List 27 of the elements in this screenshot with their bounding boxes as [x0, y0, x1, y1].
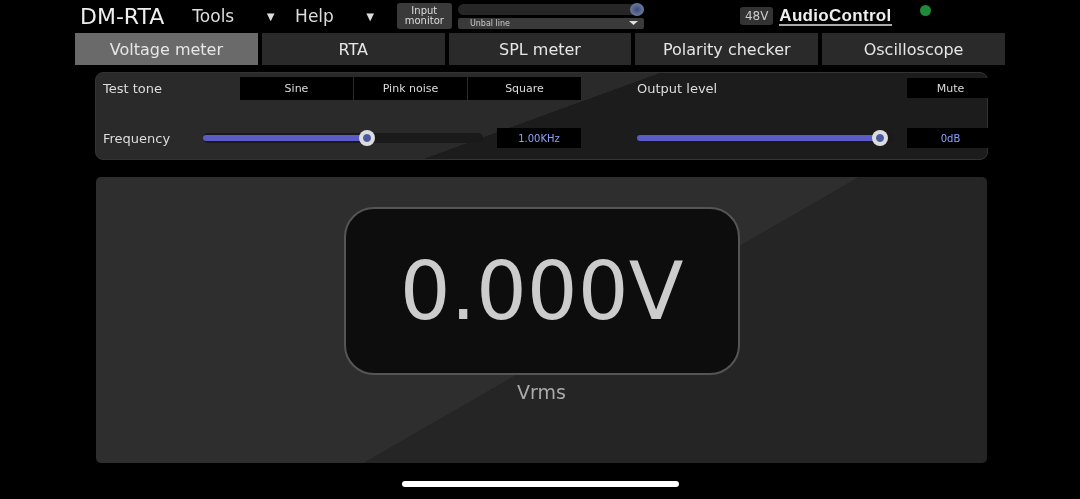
voltage-display: 0.000V: [343, 207, 740, 375]
tone-button[interactable]: Pink noise: [354, 76, 467, 100]
frequency-label: Frequency: [103, 130, 172, 146]
tab[interactable]: Oscilloscope: [822, 33, 1005, 65]
slider-thumb[interactable]: [358, 130, 375, 146]
tone-button[interactable]: Square: [468, 76, 581, 100]
tab[interactable]: RTA: [261, 33, 445, 65]
slider-thumb[interactable]: [629, 2, 644, 16]
brand-logo: AudioControl: [779, 6, 892, 26]
menu-label[interactable]: Tools: [192, 6, 235, 26]
dropdown-caret[interactable]: ▼: [363, 8, 377, 24]
slider-thumb[interactable]: [871, 130, 888, 146]
output-level-label: Output level: [637, 80, 719, 96]
menu-label[interactable]: Help: [295, 6, 334, 26]
app-title: DM-RTA: [80, 3, 165, 29]
frequency-value: 1.00KHz: [497, 128, 581, 148]
unit-label: Vrms: [517, 381, 566, 403]
tone-button[interactable]: Sine: [240, 76, 353, 100]
tab[interactable]: Voltage meter: [75, 33, 258, 65]
tab[interactable]: Polarity checker: [635, 33, 819, 65]
tab[interactable]: SPL meter: [448, 33, 632, 65]
phantom-power-badge[interactable]: 48V: [739, 7, 774, 25]
input-dropdown[interactable]: Unbal line: [457, 17, 644, 29]
input-monitor-button[interactable]: Input monitor: [396, 3, 452, 29]
caret-icon: [628, 21, 638, 25]
test-tone-label: Test tone: [103, 80, 164, 96]
dropdown-caret[interactable]: ▼: [264, 8, 278, 24]
